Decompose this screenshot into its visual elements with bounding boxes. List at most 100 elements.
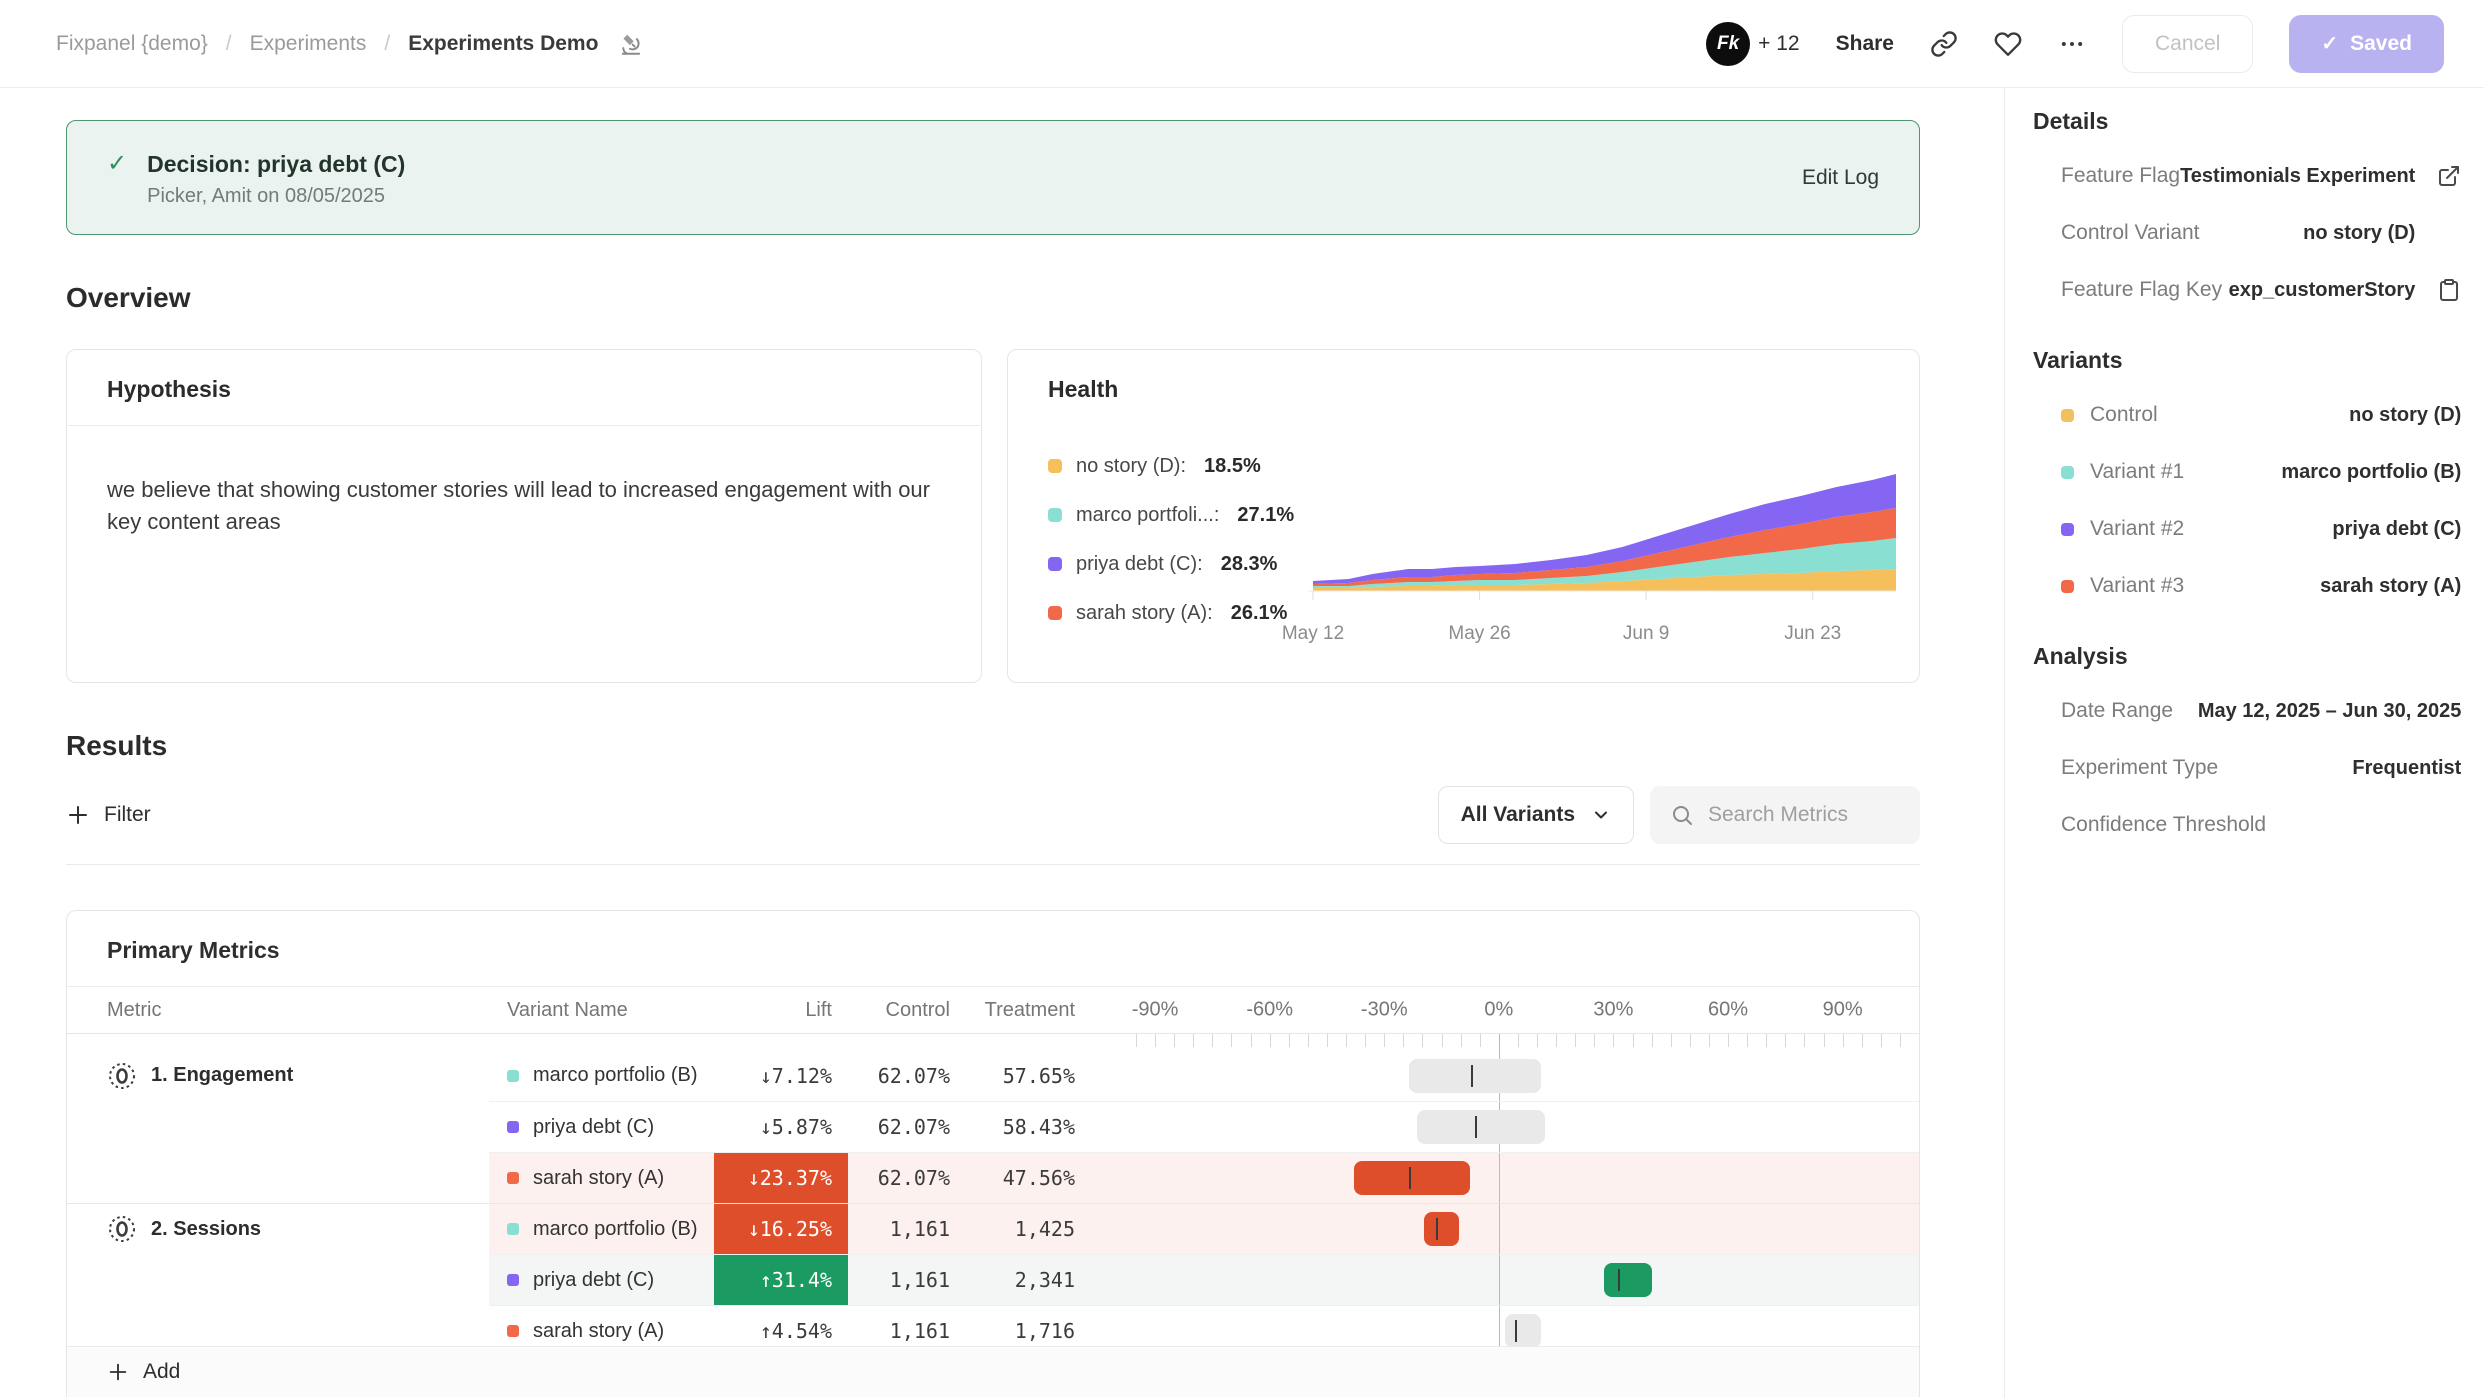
- legend-item: no story (D):18.5%: [1048, 454, 1294, 478]
- filter-button[interactable]: Filter: [66, 803, 151, 827]
- ci-plot: [1136, 1050, 1919, 1101]
- page-content: ✓ Decision: priya debt (C) Picker, Amit …: [0, 88, 2484, 1398]
- details-heading: Details: [2033, 108, 2461, 135]
- lift-value: ↓16.25%: [714, 1203, 848, 1254]
- breadcrumb-project[interactable]: Fixpanel {demo}: [56, 32, 208, 56]
- breadcrumb-separator: /: [384, 32, 390, 56]
- metrics-axis-ruler-row: [67, 1034, 1919, 1050]
- more-options-icon[interactable]: [2058, 30, 2086, 58]
- legend-value: 26.1%: [1231, 602, 1288, 625]
- minor-tick: [1824, 1034, 1825, 1047]
- copy-clipboard-icon[interactable]: [2415, 278, 2461, 302]
- variant-value: priya debt (C): [2332, 518, 2461, 541]
- search-placeholder: Search Metrics: [1708, 803, 1848, 827]
- variant-color-swatch: [2061, 466, 2074, 479]
- minor-tick: [1556, 1034, 1557, 1047]
- ci-point-marker: [1409, 1167, 1411, 1189]
- minor-tick: [1461, 1034, 1462, 1047]
- cancel-button[interactable]: Cancel: [2122, 15, 2253, 73]
- x-axis-label: Jun 23: [1784, 623, 1841, 644]
- analysis-heading: Analysis: [2033, 643, 2461, 670]
- date-range-value: May 12, 2025 – Jun 30, 2025: [2198, 700, 2462, 723]
- minor-tick: [1308, 1034, 1309, 1047]
- lift-value: ↓5.87%: [714, 1101, 848, 1152]
- feature-flag-key-row: Feature Flag Key exp_customerStory: [2033, 277, 2461, 303]
- confidence-interval-bar: [1409, 1059, 1541, 1093]
- ci-point-marker: [1436, 1218, 1438, 1240]
- favorite-icon[interactable]: [1994, 30, 2022, 58]
- ci-cell: [1091, 1101, 1919, 1152]
- share-button[interactable]: Share: [1836, 32, 1894, 56]
- feature-flag-key-value: exp_customerStory: [2229, 279, 2416, 302]
- zero-line: [1499, 1153, 1500, 1203]
- minor-tick: [1365, 1034, 1366, 1047]
- variant-name: marco portfolio (B): [533, 1064, 698, 1087]
- filter-label: Filter: [104, 803, 151, 827]
- copy-link-icon[interactable]: [1930, 30, 1958, 58]
- control-value: 1,161: [848, 1203, 966, 1254]
- variant-color-swatch: [507, 1172, 519, 1184]
- ci-point-marker: [1475, 1116, 1477, 1138]
- variant-color-swatch: [507, 1325, 519, 1337]
- minor-tick: [1709, 1034, 1710, 1047]
- feature-flag-value[interactable]: Testimonials Experiment: [2180, 165, 2415, 188]
- axis-tick-label: 0%: [1484, 999, 1513, 1022]
- minor-tick: [1843, 1034, 1844, 1047]
- minor-tick: [1652, 1034, 1653, 1047]
- date-range-label: Date Range: [2061, 699, 2173, 723]
- x-axis-label: Jun 9: [1623, 623, 1669, 644]
- add-metric-button[interactable]: Add: [67, 1346, 1919, 1397]
- saved-button[interactable]: ✓ Saved: [2289, 15, 2444, 73]
- minor-tick: [1919, 1034, 1920, 1047]
- legend-item: priya debt (C):28.3%: [1048, 552, 1294, 576]
- minor-tick: [1633, 1034, 1634, 1047]
- metric-name: 1. Engagement: [151, 1064, 293, 1087]
- edit-log-button[interactable]: Edit Log: [1802, 166, 1879, 190]
- legend-color-swatch: [1048, 606, 1062, 620]
- breadcrumb-experiments[interactable]: Experiments: [250, 32, 367, 56]
- breadcrumb: Fixpanel {demo} / Experiments / Experime…: [56, 31, 644, 57]
- minor-tick: [1422, 1034, 1423, 1047]
- ci-plot: [1136, 1102, 1919, 1152]
- variant-row-3: Variant #3 sarah story (A): [2033, 573, 2461, 599]
- collaborators-count[interactable]: + 12: [1758, 32, 1799, 56]
- metric-name: 2. Sessions: [151, 1218, 261, 1241]
- avatar[interactable]: Fk: [1706, 22, 1750, 66]
- table-row: priya debt (C)↓5.87%62.07%58.43%: [67, 1101, 1919, 1152]
- minor-tick: [1594, 1034, 1595, 1047]
- lift-value: ↓7.12%: [714, 1050, 848, 1101]
- details-sidebar: Details Feature Flag Testimonials Experi…: [2004, 88, 2484, 1398]
- metric-cell: [67, 1254, 489, 1305]
- variant-color-swatch: [507, 1121, 519, 1133]
- variant-color-swatch: [507, 1070, 519, 1082]
- column-header-treatment: Treatment: [966, 987, 1091, 1033]
- treatment-value: 58.43%: [966, 1101, 1091, 1152]
- hypothesis-title: Hypothesis: [67, 350, 981, 425]
- legend-color-swatch: [1048, 459, 1062, 473]
- variant-name: priya debt (C): [533, 1269, 654, 1292]
- external-link-icon[interactable]: [2415, 164, 2461, 188]
- metric-cell: [67, 1101, 489, 1152]
- search-metrics-input[interactable]: Search Metrics: [1650, 786, 1920, 844]
- metric-cell: 1. Engagement: [67, 1050, 489, 1101]
- health-legend: no story (D):18.5%marco portfoli...:27.1…: [1048, 454, 1294, 625]
- variants-dropdown[interactable]: All Variants: [1438, 786, 1634, 844]
- zero-line: [1499, 1034, 1500, 1050]
- feature-flag-key-label: Feature Flag Key: [2061, 278, 2222, 302]
- ci-cell: [1091, 1203, 1919, 1254]
- variant-color-swatch: [507, 1223, 519, 1235]
- column-header-metric: Metric: [67, 987, 489, 1033]
- variant-cell: priya debt (C): [489, 1254, 714, 1305]
- legend-label: no story (D):: [1076, 455, 1186, 478]
- variant-cell: priya debt (C): [489, 1101, 714, 1152]
- date-range-row: Date Range May 12, 2025 – Jun 30, 2025: [2033, 698, 2461, 724]
- variant-value: sarah story (A): [2320, 575, 2461, 598]
- minor-tick: [1480, 1034, 1481, 1047]
- variant-row-2: Variant #2 priya debt (C): [2033, 516, 2461, 542]
- minor-tick: [1728, 1034, 1729, 1047]
- metrics-table-header: Metric Variant Name Lift Control Treatme…: [67, 986, 1919, 1034]
- legend-color-swatch: [1048, 557, 1062, 571]
- decision-banner-content: ✓ Decision: priya debt (C) Picker, Amit …: [107, 148, 405, 208]
- legend-label: priya debt (C):: [1076, 553, 1203, 576]
- column-header-variant: Variant Name: [489, 987, 714, 1033]
